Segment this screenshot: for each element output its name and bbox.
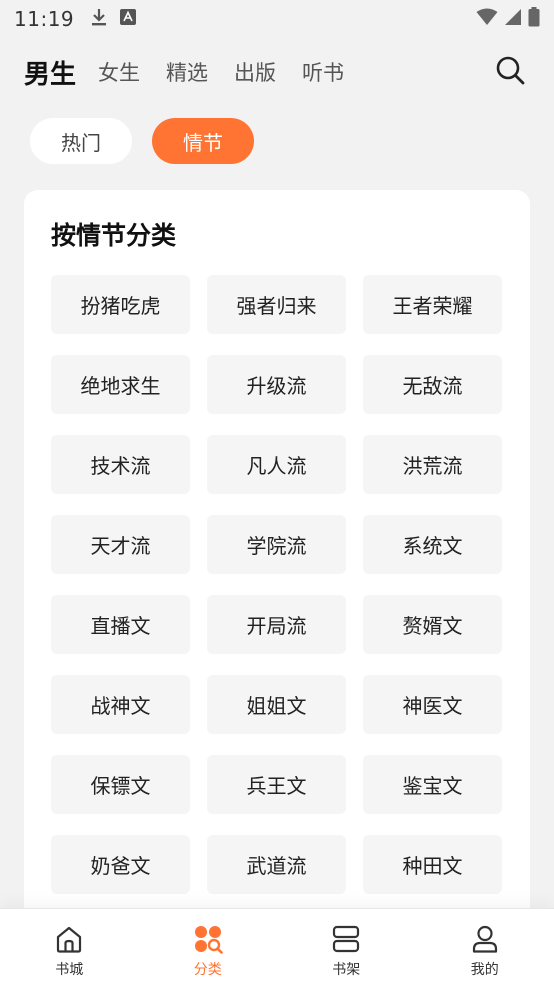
download-icon — [90, 7, 108, 31]
bottom-nav-bookstore[interactable]: 书城 — [0, 909, 139, 984]
filter-chips: 热门 情节 — [30, 118, 254, 164]
category-tag[interactable]: 系统文 — [363, 515, 502, 574]
bottom-nav-label: 分类 — [193, 962, 222, 978]
tab-publishing[interactable]: 出版 — [234, 57, 276, 87]
status-time: 11:19 — [14, 7, 75, 31]
category-tag[interactable]: 王者荣耀 — [363, 275, 502, 334]
category-tag[interactable]: 无敌流 — [363, 355, 502, 414]
tab-featured[interactable]: 精选 — [166, 57, 208, 87]
bottom-nav-bookshelf[interactable]: 书架 — [277, 909, 416, 984]
category-tag[interactable]: 兵王文 — [207, 755, 346, 814]
category-tag[interactable]: 武道流 — [207, 835, 346, 894]
category-tag[interactable]: 神医文 — [363, 675, 502, 734]
chip-popular[interactable]: 热门 — [30, 118, 132, 164]
category-tag[interactable]: 开局流 — [207, 595, 346, 654]
category-tag[interactable]: 强者归来 — [207, 275, 346, 334]
category-tag[interactable]: 直播文 — [51, 595, 190, 654]
category-tag[interactable]: 洪荒流 — [363, 435, 502, 494]
home-icon — [53, 923, 85, 955]
category-tag[interactable]: 学院流 — [207, 515, 346, 574]
category-tag[interactable]: 战神文 — [51, 675, 190, 734]
category-tag[interactable]: 奶爸文 — [51, 835, 190, 894]
category-tag[interactable]: 姐姐文 — [207, 675, 346, 734]
top-nav: 男生 女生 精选 出版 听书 — [0, 48, 554, 96]
category-tag[interactable]: 技术流 — [51, 435, 190, 494]
category-tag[interactable]: 升级流 — [207, 355, 346, 414]
tab-girls[interactable]: 女生 — [98, 57, 140, 87]
bottom-nav-profile[interactable]: 我的 — [416, 909, 554, 984]
battery-icon — [528, 7, 540, 31]
bottom-nav: 书城 分类 书架 我的 — [0, 908, 554, 984]
font-icon — [120, 9, 137, 29]
status-icons-right — [476, 7, 540, 31]
category-tag[interactable]: 凡人流 — [207, 435, 346, 494]
category-tag[interactable]: 赘婿文 — [363, 595, 502, 654]
profile-icon — [469, 923, 501, 955]
category-icon — [192, 923, 224, 955]
bottom-nav-label: 书城 — [55, 962, 84, 978]
search-button[interactable] — [490, 52, 530, 92]
card-title: 按情节分类 — [51, 221, 177, 250]
status-bar: 11:19 — [0, 0, 554, 38]
wifi-icon — [476, 8, 498, 30]
category-tag[interactable]: 绝地求生 — [51, 355, 190, 414]
tag-grid: 扮猪吃虎 强者归来 王者荣耀 绝地求生 升级流 无敌流 技术流 凡人流 洪荒流 … — [51, 275, 503, 894]
search-icon — [495, 55, 525, 89]
signal-icon — [504, 8, 522, 30]
tab-boys[interactable]: 男生 — [24, 54, 76, 91]
bottom-nav-label: 书架 — [332, 962, 361, 978]
category-tag[interactable]: 鉴宝文 — [363, 755, 502, 814]
category-tag[interactable]: 保镖文 — [51, 755, 190, 814]
category-tag[interactable]: 天才流 — [51, 515, 190, 574]
bottom-nav-label: 我的 — [470, 962, 499, 978]
category-card: 按情节分类 扮猪吃虎 强者归来 王者荣耀 绝地求生 升级流 无敌流 技术流 凡人… — [24, 190, 530, 950]
bottom-nav-category[interactable]: 分类 — [139, 909, 278, 984]
bookshelf-icon — [330, 923, 362, 955]
category-tag[interactable]: 种田文 — [363, 835, 502, 894]
tab-audiobooks[interactable]: 听书 — [302, 57, 344, 87]
chip-plot[interactable]: 情节 — [152, 118, 254, 164]
status-icons-left — [90, 7, 137, 31]
category-tag[interactable]: 扮猪吃虎 — [51, 275, 190, 334]
